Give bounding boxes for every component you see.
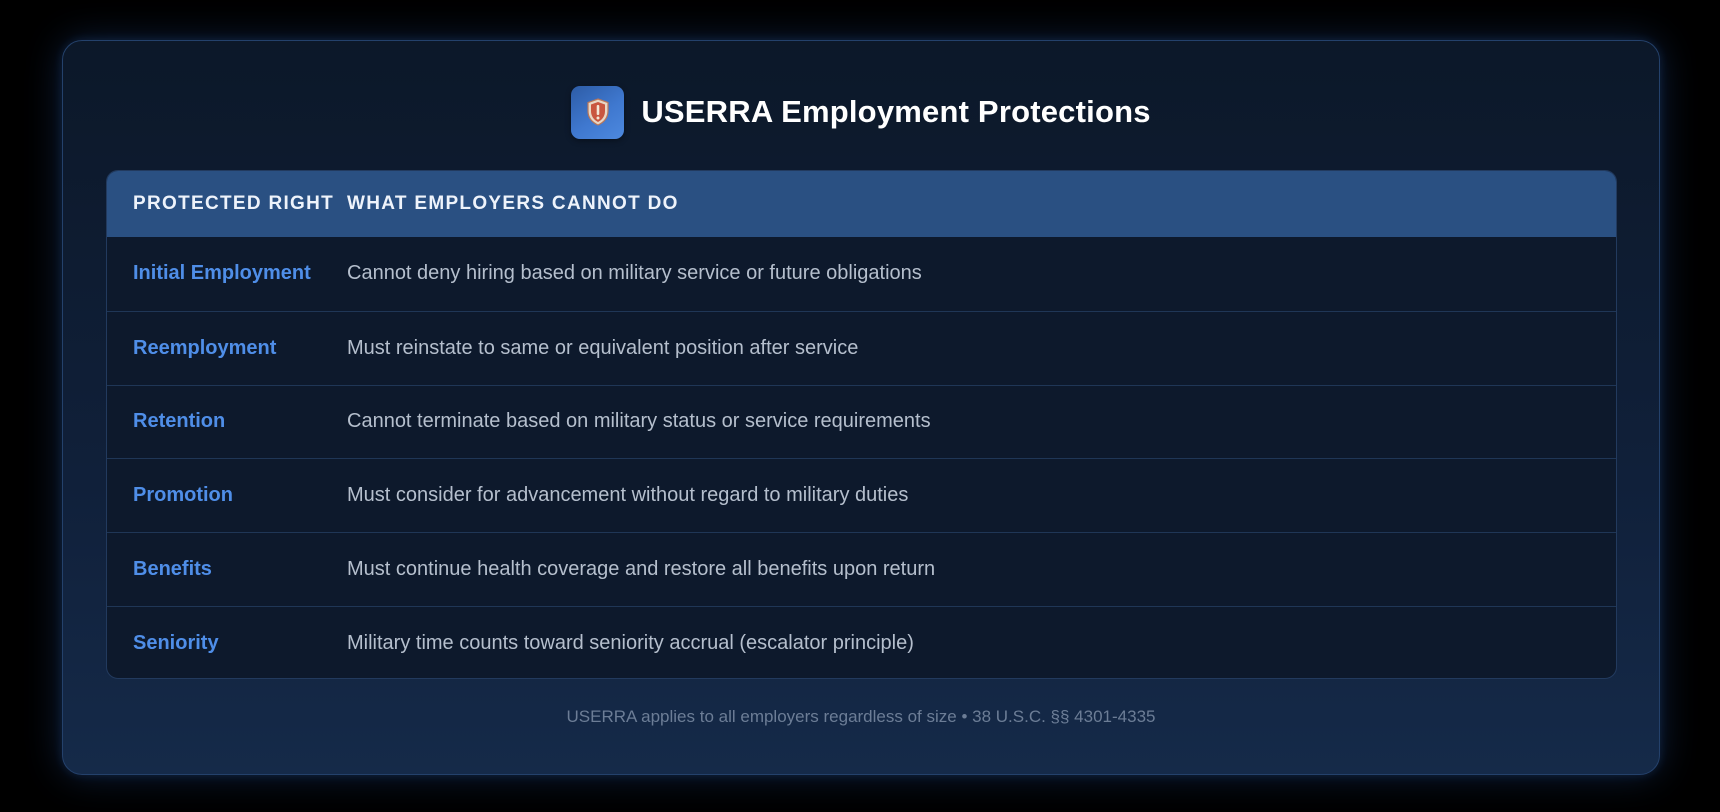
shield-icon <box>571 85 625 139</box>
column-header-protected-right: PROTECTED RIGHT <box>133 193 335 214</box>
page-header: USERRA Employment Protections <box>63 85 1659 139</box>
right-name: Benefits <box>133 558 212 581</box>
right-description: Must continue health coverage and restor… <box>347 558 936 581</box>
right-description: Cannot deny hiring based on military ser… <box>347 262 922 285</box>
right-description: Must consider for advancement without re… <box>347 484 909 507</box>
right-description: Military time counts toward seniority ac… <box>347 631 914 654</box>
table-row: Retention Cannot terminate based on mili… <box>107 384 1616 459</box>
right-name: Seniority <box>133 631 219 654</box>
table-row: Promotion Must consider for advancement … <box>107 458 1616 532</box>
right-name: Promotion <box>133 484 233 507</box>
right-name: Initial Employment <box>133 262 311 285</box>
table-row: Reemployment Must reinstate to same or e… <box>107 310 1616 385</box>
table-body: Initial Employment Cannot deny hiring ba… <box>107 237 1616 678</box>
column-header-employer-restrictions: WHAT EMPLOYERS CANNOT DO <box>347 193 679 214</box>
right-description: Must reinstate to same or equivalent pos… <box>347 336 859 359</box>
footer-note: USERRA applies to all employers regardle… <box>566 707 1156 726</box>
table-row: Initial Employment Cannot deny hiring ba… <box>107 237 1616 311</box>
table-header: PROTECTED RIGHT WHAT EMPLOYERS CANNOT DO <box>107 171 1616 237</box>
right-name: Retention <box>133 410 226 433</box>
right-description: Cannot terminate based on military statu… <box>347 410 931 433</box>
protections-card: USERRA Employment Protections PROTECTED … <box>62 40 1660 775</box>
page-title: USERRA Employment Protections <box>641 94 1151 129</box>
protections-table: PROTECTED RIGHT WHAT EMPLOYERS CANNOT DO… <box>106 170 1617 679</box>
right-name: Reemployment <box>133 336 277 359</box>
table-row: Benefits Must continue health coverage a… <box>107 532 1616 606</box>
table-row: Seniority Military time counts toward se… <box>107 605 1616 678</box>
